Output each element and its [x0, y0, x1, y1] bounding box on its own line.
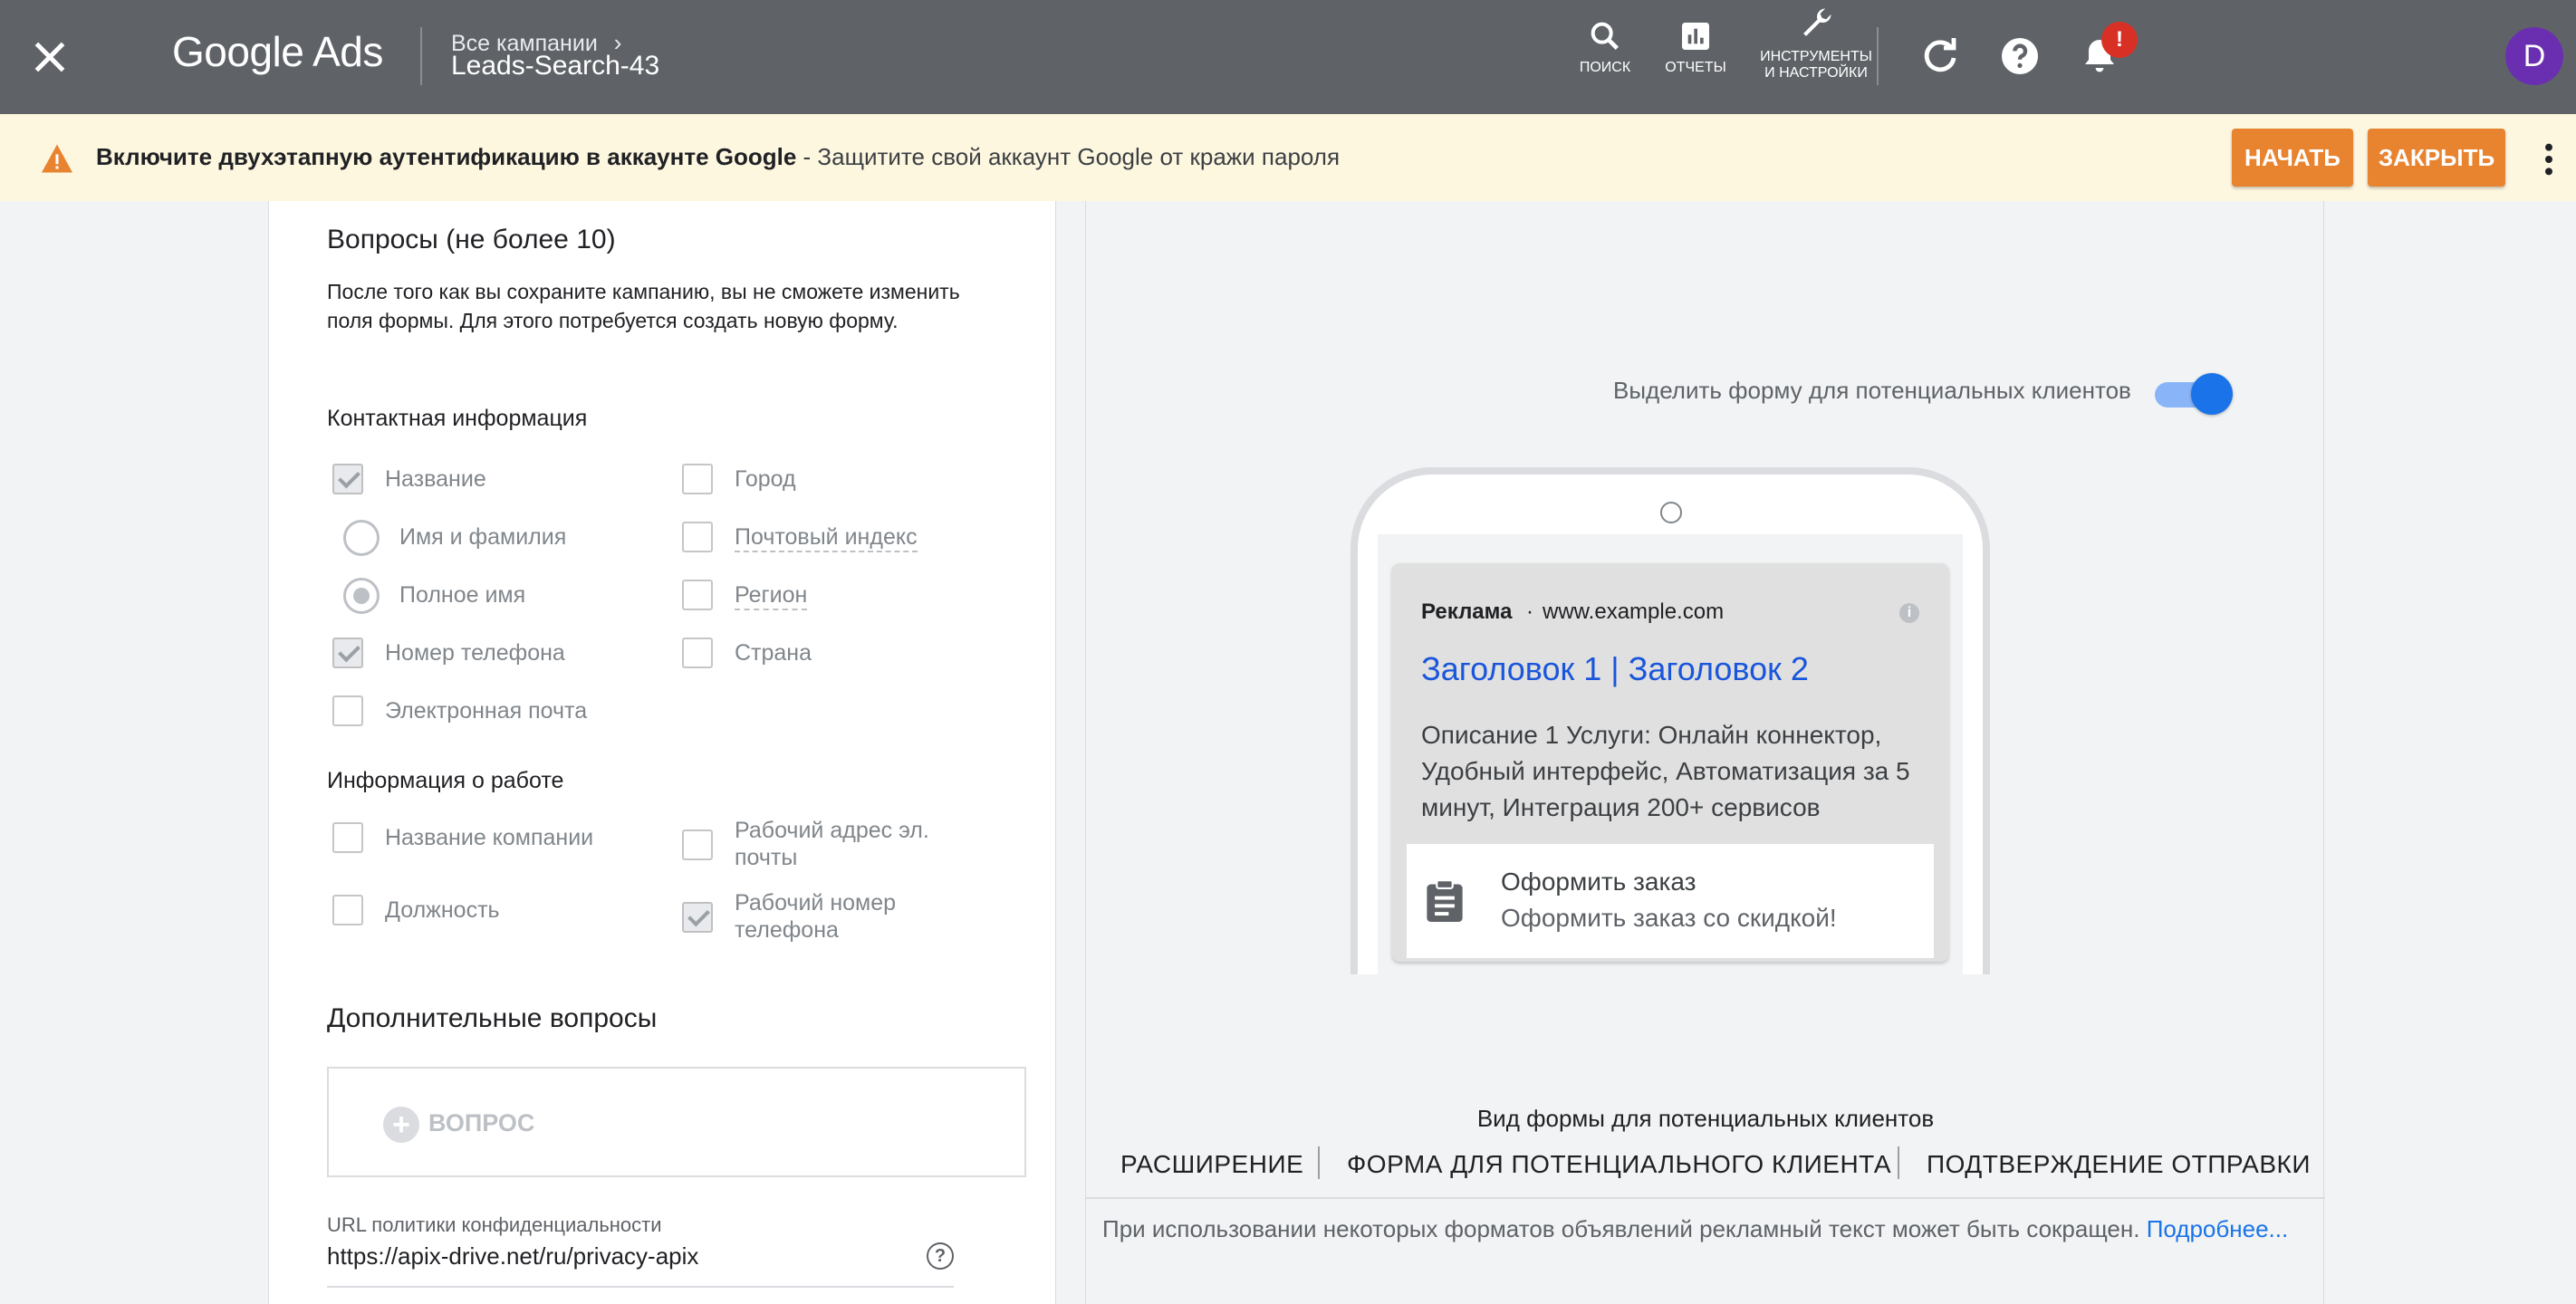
- note-text: При использовании некоторых форматов объ…: [1102, 1215, 2140, 1242]
- tools-settings-label: ИНСТРУМЕНТЫ И НАСТРОЙКИ: [1760, 49, 1872, 81]
- ad-headline: Заголовок 1 | Заголовок 2: [1421, 650, 1809, 687]
- phone-screen: Реклама · www.example.com i Заголовок 1 …: [1378, 534, 1963, 974]
- additional-questions-title: Дополнительные вопросы: [327, 1003, 658, 1033]
- tab-lead-form[interactable]: ФОРМА ДЛЯ ПОТЕНЦИАЛЬНОГО КЛИЕНТА: [1347, 1150, 1891, 1179]
- additional-questions-box: + ВОПРОС: [327, 1067, 1026, 1177]
- banner-bold-text: Включите двухэтапную аутентификацию в ак…: [96, 143, 797, 170]
- contact-info-heading: Контактная информация: [327, 406, 588, 431]
- search-tool-label: ПОИСК: [1579, 60, 1631, 75]
- company-name-label: Название компании: [385, 825, 594, 850]
- work-email-label: Рабочий адрес эл. почты: [735, 818, 929, 870]
- work-phone-checkbox[interactable]: [682, 902, 713, 933]
- banner-text: - Защитите свой аккаунт Google от кражи …: [796, 143, 1341, 170]
- add-question-button[interactable]: + ВОПРОС: [383, 1107, 534, 1143]
- security-banner: Включите двухэтапную аутентификацию в ак…: [0, 114, 2576, 201]
- region-checkbox[interactable]: [682, 580, 713, 610]
- warning-icon: [42, 144, 72, 173]
- form-extension-subtitle: Оформить заказ со скидкой!: [1501, 904, 1837, 932]
- add-circle-icon: +: [383, 1107, 419, 1143]
- first-last-name-label: Имя и фамилия: [399, 524, 567, 550]
- refresh-icon[interactable]: [1918, 34, 1962, 78]
- info-icon: i: [1899, 603, 1919, 623]
- close-banner-button[interactable]: ЗАКРЫТЬ: [2368, 129, 2505, 187]
- divider: [1086, 1197, 2325, 1199]
- country-checkbox[interactable]: [682, 638, 713, 668]
- toggle-knob[interactable]: [2191, 373, 2233, 415]
- ad-description: Описание 1 Услуги: Онлайн коннектор, Удо…: [1421, 721, 1910, 821]
- learn-more-link[interactable]: Подробнее...: [2147, 1215, 2289, 1242]
- start-button[interactable]: НАЧАТЬ: [2232, 129, 2353, 187]
- name-checkbox[interactable]: [332, 464, 363, 494]
- phone-label: Номер телефона: [385, 640, 565, 666]
- privacy-url-input[interactable]: https://apix-drive.net/ru/privacy-apix: [327, 1242, 954, 1288]
- close-icon[interactable]: [27, 34, 72, 80]
- avatar[interactable]: D: [2505, 27, 2563, 85]
- lead-form-extension: Оформить заказ Оформить заказ со скидкой…: [1407, 844, 1934, 958]
- name-label: Название: [385, 466, 486, 492]
- clipboard-icon: [1427, 879, 1463, 922]
- ad-separator: ·: [1526, 599, 1533, 624]
- first-last-name-radio[interactable]: [343, 520, 380, 556]
- reports-tool-button[interactable]: ОТЧЕТЫ: [1663, 18, 1728, 76]
- work-email-checkbox[interactable]: [682, 829, 713, 860]
- country-label: Страна: [735, 640, 812, 666]
- tools-settings-button[interactable]: ИНСТРУМЕНТЫ И НАСТРОЙКИ: [1757, 4, 1875, 82]
- form-extension-title: Оформить заказ: [1501, 868, 1697, 896]
- job-title-checkbox[interactable]: [332, 895, 363, 925]
- city-label: Город: [735, 466, 796, 492]
- zip-label: Почтовый индекс: [735, 523, 918, 552]
- questions-description: После того как вы сохраните кампанию, вы…: [327, 280, 960, 332]
- city-checkbox[interactable]: [682, 464, 713, 494]
- tab-divider: [1898, 1146, 1899, 1179]
- highlight-form-label: Выделить форму для потенциальных клиенто…: [1613, 377, 2131, 404]
- job-title-label: Должность: [385, 897, 500, 923]
- campaign-name[interactable]: Leads-Search-43: [451, 51, 659, 82]
- top-bar: Google Ads Все кампании › Leads-Search-43…: [0, 0, 2576, 114]
- work-phone-label: Рабочий номер телефона: [735, 890, 897, 943]
- help-outline-icon[interactable]: ?: [927, 1242, 954, 1270]
- form-view-caption: Вид формы для потенциальных клиентов: [1476, 1105, 1935, 1132]
- phone-mockup: Реклама · www.example.com i Заголовок 1 …: [1350, 467, 1990, 974]
- preview-panel: Выделить форму для потенциальных клиенто…: [1085, 201, 2325, 1304]
- tab-divider: [1318, 1146, 1320, 1179]
- ad-label: Реклама: [1421, 599, 1513, 624]
- work-info-heading: Информация о работе: [327, 768, 564, 793]
- email-label: Электронная почта: [385, 698, 588, 724]
- tab-extension[interactable]: РАСШИРЕНИЕ: [1120, 1150, 1303, 1179]
- phone-checkbox[interactable]: [332, 638, 363, 668]
- more-vert-icon[interactable]: [2536, 141, 2562, 177]
- full-name-radio[interactable]: [343, 578, 380, 614]
- notification-badge[interactable]: !: [2101, 22, 2138, 58]
- privacy-url-label: URL политики конфиденциальности: [327, 1213, 662, 1236]
- header-divider: [420, 27, 422, 85]
- questions-title: Вопросы (не более 10): [327, 225, 616, 254]
- reports-tool-label: ОТЧЕТЫ: [1665, 60, 1726, 75]
- truncation-note: При использовании некоторых форматов объ…: [1102, 1215, 2288, 1243]
- add-question-label: ВОПРОС: [428, 1109, 535, 1137]
- bar-chart-icon: [1682, 23, 1709, 50]
- tab-submission-confirmation[interactable]: ПОДТВЕРЖДЕНИЕ ОТПРАВКИ: [1927, 1150, 2311, 1179]
- banner-message: Включите двухэтапную аутентификацию в ак…: [96, 143, 1340, 171]
- ad-preview-card: Реклама · www.example.com i Заголовок 1 …: [1392, 563, 1948, 962]
- wrench-icon: [1803, 8, 1831, 36]
- lead-form-questions-panel: Вопросы (не более 10) После того как вы …: [268, 201, 1056, 1304]
- phone-camera: [1660, 502, 1682, 523]
- email-checkbox[interactable]: [332, 695, 363, 726]
- help-icon[interactable]: [1998, 34, 2042, 78]
- header-divider: [1877, 27, 1879, 85]
- zip-checkbox[interactable]: [682, 522, 713, 552]
- search-tool-button[interactable]: ПОИСК: [1576, 18, 1634, 76]
- full-name-label: Полное имя: [399, 582, 526, 608]
- ad-url: www.example.com: [1543, 599, 1725, 624]
- company-name-checkbox[interactable]: [332, 822, 363, 853]
- search-icon: [1591, 22, 1619, 50]
- google-ads-logo[interactable]: Google Ads: [172, 27, 383, 76]
- preview-tabs: РАСШИРЕНИЕ ФОРМА ДЛЯ ПОТЕНЦИАЛЬНОГО КЛИЕ…: [1086, 1145, 2325, 1190]
- region-label: Регион: [735, 581, 808, 610]
